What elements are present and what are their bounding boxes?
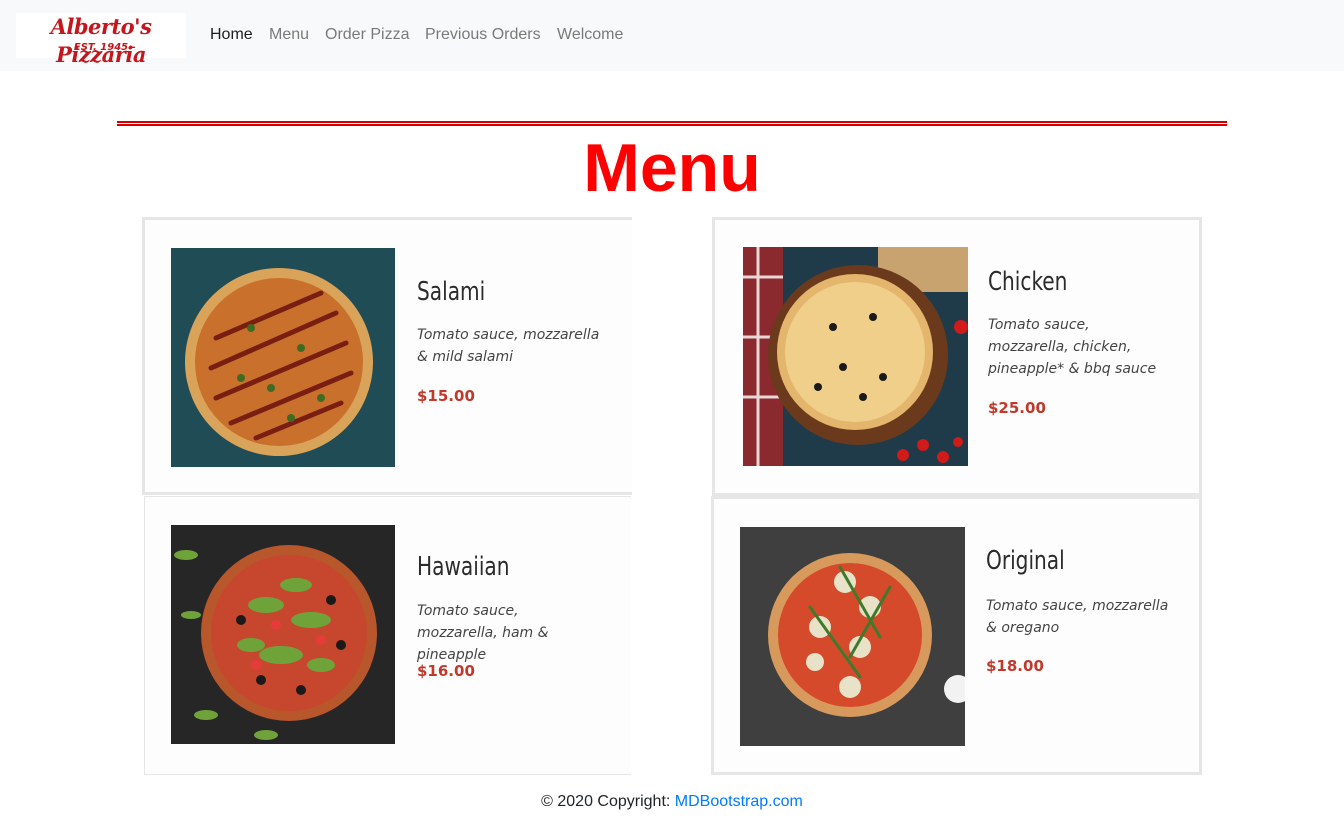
footer: © 2020 Copyright: MDBootstrap.com: [0, 792, 1344, 812]
menu-item-price: $15.00: [417, 387, 475, 405]
nav-link-menu[interactable]: Menu: [269, 25, 309, 45]
brand-name: Alberto's Pizzaria: [50, 14, 152, 67]
menu-item-name: Hawaiian: [417, 552, 510, 582]
pizza-image-salami: [171, 248, 395, 467]
footer-link[interactable]: MDBootstrap.com: [675, 793, 803, 810]
pizza-image-chicken: [743, 247, 968, 466]
nav-link-order-pizza[interactable]: Order Pizza: [325, 25, 409, 45]
navbar: Alberto's Pizzaria - EST. 1945 - Home Me…: [0, 0, 1344, 71]
menu-item-name: Salami: [417, 277, 486, 307]
nav-link-welcome[interactable]: Welcome: [557, 25, 623, 45]
menu-item-description: Tomato sauce, mozzarella & oregano: [986, 598, 1169, 636]
nav-link-home[interactable]: Home: [210, 25, 253, 45]
menu-card-salami[interactable]: Salami Tomato sauce, mozzarella & mild s…: [142, 217, 632, 495]
menu-item-price: $16.00: [417, 662, 475, 680]
menu-item-price: $25.00: [988, 399, 1046, 417]
menu-item-name: Chicken: [988, 267, 1068, 297]
pizza-image-original: [740, 527, 965, 746]
menu-item-price: $18.00: [986, 657, 1044, 675]
menu-item-name: Original: [986, 546, 1065, 576]
menu-item-description: Tomato sauce, mozzarella, chicken, pinea…: [988, 317, 1157, 377]
menu-card-original[interactable]: Original Tomato sauce, mozzarella & oreg…: [711, 496, 1202, 775]
pizza-image-hawaiian: [171, 525, 395, 744]
menu-item-description: Tomato sauce, mozzarella & mild salami: [417, 327, 600, 365]
brand-logo[interactable]: Alberto's Pizzaria - EST. 1945 -: [16, 13, 186, 67]
title-divider: [117, 121, 1227, 126]
page-title: Menu: [583, 130, 761, 206]
menu-item-description: Tomato sauce, mozzarella, ham & pineappl…: [417, 603, 549, 663]
brand-tagline: - EST. 1945 -: [66, 42, 136, 53]
menu-card-hawaiian[interactable]: Hawaiian Tomato sauce, mozzarella, ham &…: [144, 496, 631, 775]
nav-link-previous-orders[interactable]: Previous Orders: [425, 25, 541, 45]
menu-card-chicken[interactable]: Chicken Tomato sauce, mozzarella, chicke…: [712, 217, 1202, 496]
footer-copyright: © 2020 Copyright:: [541, 793, 671, 810]
